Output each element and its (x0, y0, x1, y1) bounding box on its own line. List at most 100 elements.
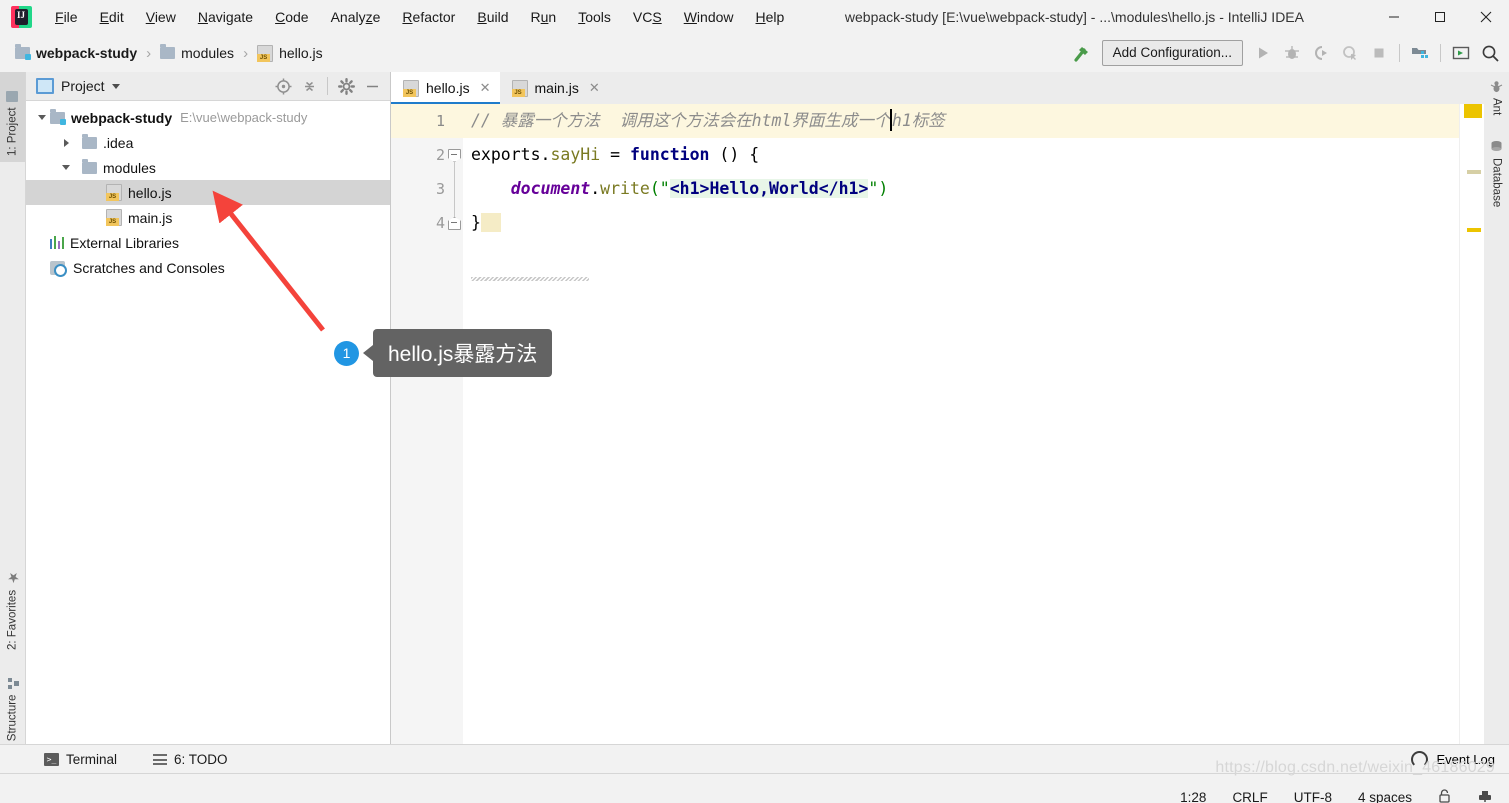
close-icon[interactable]: ✕ (589, 80, 600, 96)
scratches-icon (50, 260, 67, 277)
project-tree: webpack-study E:\vue\webpack-study .idea… (26, 101, 390, 280)
toolbar-divider (1440, 44, 1441, 62)
menu-bar: File Edit View Navigate Code Analyze Ref… (44, 5, 795, 29)
minimize-button[interactable] (1371, 0, 1417, 34)
terminal-icon: >_ (44, 753, 59, 766)
code-method: write (600, 179, 650, 198)
profile-icon[interactable] (1337, 40, 1363, 66)
editor-marker-bar[interactable] (1459, 104, 1484, 759)
tab-main-js[interactable]: main.js ✕ (500, 72, 609, 104)
line-number: 1 (391, 104, 463, 138)
sidebar-tab-label: Ant (1490, 98, 1503, 116)
bottom-tool-window-bar: >_ Terminal 6: TODO Event Log (0, 744, 1509, 774)
line-separator[interactable]: CRLF (1232, 790, 1267, 803)
event-log-group[interactable]: Event Log (1411, 751, 1495, 768)
close-icon[interactable]: ✕ (480, 80, 491, 96)
menu-run[interactable]: Run (520, 5, 568, 29)
folder-icon (82, 133, 97, 149)
scroll-marker[interactable] (1467, 170, 1481, 174)
chevron-down-icon[interactable] (34, 115, 50, 120)
breadcrumb-item-project[interactable]: webpack-study (12, 43, 140, 63)
lock-icon[interactable] (1438, 789, 1451, 803)
breadcrumb-item-file[interactable]: hello.js (254, 43, 326, 64)
project-structure-icon[interactable] (1407, 40, 1433, 66)
menu-refactor[interactable]: Refactor (391, 5, 466, 29)
tree-item-label: main.js (128, 209, 173, 226)
bottom-item-todo[interactable]: 6: TODO (145, 749, 236, 770)
chevron-right-icon[interactable] (58, 138, 74, 147)
sidebar-item-ant[interactable]: Ant (1484, 74, 1509, 138)
close-button[interactable] (1463, 0, 1509, 34)
tab-hello-js[interactable]: hello.js ✕ (391, 72, 500, 105)
breadcrumb-item-modules[interactable]: modules (157, 43, 237, 63)
menu-edit[interactable]: Edit (89, 5, 135, 29)
menu-tools[interactable]: Tools (567, 5, 622, 29)
run-coverage-icon[interactable] (1308, 40, 1334, 66)
chevron-down-icon[interactable] (58, 165, 74, 170)
hammer-icon[interactable] (1069, 40, 1095, 66)
breadcrumb-label: modules (181, 45, 235, 61)
tree-item-webpack-study[interactable]: webpack-study E:\vue\webpack-study (26, 105, 390, 130)
code-fold-start-icon[interactable] (448, 149, 461, 217)
right-tool-window-strip: Ant Database (1483, 72, 1509, 759)
sidebar-item-project[interactable]: 1: Project (0, 72, 25, 162)
tree-item-label: External Libraries (70, 234, 179, 251)
file-encoding[interactable]: UTF-8 (1294, 790, 1332, 803)
sidebar-item-favorites[interactable]: 2: Favorites ★ (0, 552, 25, 656)
indent-setting[interactable]: 4 spaces (1358, 790, 1412, 803)
menu-analyze[interactable]: Analyze (320, 5, 392, 29)
stop-icon[interactable] (1366, 40, 1392, 66)
project-panel-title-group[interactable]: Project (36, 78, 120, 94)
menu-window[interactable]: Window (673, 5, 745, 29)
add-configuration-button[interactable]: Add Configuration... (1101, 40, 1243, 66)
tree-item-modules[interactable]: modules (26, 155, 390, 180)
menu-file[interactable]: File (44, 5, 89, 29)
tree-item-main-js[interactable]: main.js (26, 205, 390, 230)
code-line-1: // 暴露一个方法 调用这个方法会在html界面生成一个h1标签 (463, 104, 1460, 138)
debug-icon[interactable] (1279, 40, 1305, 66)
sidebar-item-database[interactable]: Database (1484, 134, 1509, 256)
event-log-label: Event Log (1436, 752, 1495, 767)
code-dot: . (540, 145, 551, 164)
menu-vcs[interactable]: VCS (622, 5, 673, 29)
collapse-all-icon[interactable] (297, 75, 321, 97)
settings-gear-icon[interactable] (334, 75, 358, 97)
code-fold-end-icon[interactable] (448, 217, 461, 230)
search-icon[interactable] (1477, 40, 1503, 66)
tree-item-idea[interactable]: .idea (26, 130, 390, 155)
menu-navigate[interactable]: Navigate (187, 5, 264, 29)
code-global-object: document (510, 179, 591, 198)
warning-marker[interactable] (1467, 228, 1481, 232)
window-controls (1371, 0, 1509, 34)
tree-item-label: modules (103, 159, 156, 176)
bottom-item-terminal[interactable]: >_ Terminal (36, 749, 125, 770)
tree-item-scratches-and-consoles[interactable]: Scratches and Consoles (26, 255, 390, 280)
maximize-button[interactable] (1417, 0, 1463, 34)
console-icon[interactable] (1448, 40, 1474, 66)
code-content[interactable]: // 暴露一个方法 调用这个方法会在html界面生成一个h1标签 exports… (463, 104, 1460, 759)
branch-icon[interactable] (1477, 789, 1493, 803)
warning-stripe-top[interactable] (1464, 104, 1482, 118)
database-icon (1490, 140, 1503, 153)
status-bar-right: 1:28 CRLF UTF-8 4 spaces (1180, 789, 1493, 803)
select-opened-file-icon[interactable] (271, 75, 295, 97)
code-line-2: exports.sayHi = function () { (463, 138, 1460, 172)
menu-view[interactable]: View (135, 5, 187, 29)
editor-area: hello.js ✕ main.js ✕ 1 2 3 4 // 暴露一个方法 调… (391, 72, 1484, 759)
chevron-down-icon[interactable] (111, 83, 120, 89)
menu-help[interactable]: Help (745, 5, 796, 29)
code-brace: } (471, 213, 481, 232)
code-tail: () { (709, 145, 760, 164)
caret-position[interactable]: 1:28 (1180, 790, 1206, 803)
hide-panel-icon[interactable] (360, 75, 384, 97)
todo-icon (153, 754, 168, 765)
tree-item-hello-js[interactable]: hello.js (26, 180, 390, 205)
folder-icon (160, 44, 176, 59)
tree-item-external-libraries[interactable]: External Libraries (26, 230, 390, 255)
menu-build[interactable]: Build (466, 5, 519, 29)
menu-code[interactable]: Code (264, 5, 319, 29)
editor-gutter[interactable]: 1 2 3 4 (391, 104, 464, 759)
code-line-3: document.write("<h1>Hello,World</h1>") (463, 172, 1460, 206)
run-icon[interactable] (1250, 40, 1276, 66)
